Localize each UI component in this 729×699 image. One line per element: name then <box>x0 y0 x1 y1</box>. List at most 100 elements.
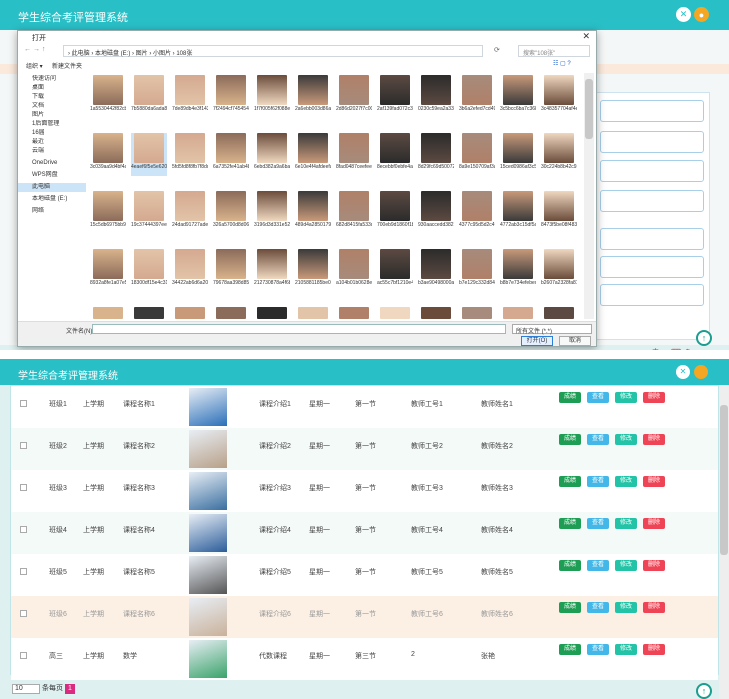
page-size-select[interactable]: 10 <box>12 684 40 694</box>
search-input[interactable]: 搜索"108张" <box>518 45 590 57</box>
file-thumbnail[interactable]: 8932a8fe1a07e56b954020488231e3 <box>90 249 126 292</box>
file-thumbnail-partial[interactable] <box>295 307 331 319</box>
file-thumbnail[interactable]: 34422ab6d6a200cc0d62c800867a80 <box>172 249 208 292</box>
view-button[interactable]: 查看 <box>587 518 609 529</box>
view-icon[interactable]: ☷ ▢ ? <box>553 60 571 67</box>
row-checkbox[interactable] <box>20 568 27 575</box>
file-thumbnail[interactable]: 6ebd382a9a6ba3364eaef3a5320656 <box>254 133 290 176</box>
file-thumbnail[interactable]: 24dad91727ade36289d8d2ffa13009 <box>172 191 208 234</box>
file-thumbnail[interactable]: 18300df15e4c314ad84e4c45a5e86d <box>131 249 167 292</box>
file-thumbnail[interactable]: 6e10e4f4afdeefab6eb5007fe573b4 <box>295 133 331 176</box>
score-button[interactable]: 成绩 <box>559 476 581 487</box>
score-button[interactable]: 成绩 <box>559 392 581 403</box>
file-thumbnail-partial[interactable] <box>459 307 495 319</box>
file-thumbnail-partial[interactable] <box>336 307 372 319</box>
nav-item[interactable]: 文档 <box>18 102 86 111</box>
row-checkbox[interactable] <box>20 652 27 659</box>
file-thumbnail-partial[interactable] <box>213 307 249 319</box>
back-arrow-icon[interactable]: ← → ↑ <box>24 46 45 53</box>
file-thumbnail[interactable]: 8d29fc69d50072b01e912b6c6d17bd <box>418 133 454 176</box>
delete-button[interactable]: 删除 <box>643 602 665 613</box>
file-thumbnail[interactable]: 489d4a2850179518e180762ef0d3c9 <box>295 191 331 234</box>
file-thumbnail-partial[interactable] <box>90 307 126 319</box>
file-thumbnail[interactable]: 15ced0986af3c57abb473dd3073019 <box>500 133 536 176</box>
vertical-scrollbar[interactable] <box>584 73 594 319</box>
row-checkbox[interactable] <box>20 610 27 617</box>
file-thumbnail[interactable]: 1f7f005f62f088e67aa8825c3bf710 <box>254 75 290 118</box>
file-thumbnail[interactable]: 2d86d2027f7c00e5ff4c520e0f4600 <box>336 75 372 118</box>
file-thumbnail[interactable]: b2607a2328fa815aede2484052ff00 <box>541 249 577 292</box>
nav-item[interactable]: WPS网盘 <box>18 171 86 180</box>
delete-button[interactable]: 删除 <box>643 434 665 445</box>
row-checkbox[interactable] <box>20 526 27 533</box>
avatar[interactable] <box>694 365 708 379</box>
edit-button[interactable]: 修改 <box>615 644 637 655</box>
file-thumbnail-partial[interactable] <box>172 307 208 319</box>
file-thumbnail[interactable]: 30c224b8b42c92bf5f03bb3414204b <box>541 133 577 176</box>
delete-button[interactable]: 删除 <box>643 560 665 571</box>
view-button[interactable]: 查看 <box>587 392 609 403</box>
scroll-top-icon[interactable]: ↑ <box>696 330 712 346</box>
file-thumbnail[interactable]: 8a9e150709af3a94a81adb56b2586a <box>459 133 495 176</box>
open-button[interactable]: 打开(O) <box>521 336 553 346</box>
nav-item[interactable]: 云端 <box>18 147 86 156</box>
file-thumbnail[interactable]: 2af139fad072c36c2fa355373d6964 <box>377 75 413 118</box>
delete-button[interactable]: 删除 <box>643 392 665 403</box>
filetype-select[interactable]: 所有文件 (*.*) <box>512 324 592 335</box>
nav-item[interactable]: 最近 <box>18 138 86 147</box>
nav-item[interactable]: 桌面 <box>18 84 86 93</box>
organize-button[interactable]: 组织 ▾ <box>26 61 43 70</box>
file-thumbnail[interactable]: 8473f5be08f48370d4807b308a05b4 <box>541 191 577 234</box>
file-thumbnail[interactable]: 4eaef6f5e5e620cc7125200d0665e0 <box>131 133 167 176</box>
file-thumbnail[interactable]: 682d8415fa533d5b50aeb521dc9029 <box>336 191 372 234</box>
page-number[interactable]: 1 <box>64 684 75 694</box>
delete-button[interactable]: 删除 <box>643 644 665 655</box>
file-thumbnail[interactable]: 0230c59ea2a33b01384a6e5450ea69 <box>418 75 454 118</box>
file-thumbnail[interactable]: 4772ab3c15df5a105d0ae4c8072075 <box>500 191 536 234</box>
file-thumbnail[interactable]: 212730878a4f6bf0de20f4d3d4e9ec <box>254 249 290 292</box>
view-button[interactable]: 查看 <box>587 560 609 571</box>
row-checkbox[interactable] <box>20 442 27 449</box>
file-thumbnail-partial[interactable] <box>131 307 167 319</box>
nav-item[interactable]: OneDrive <box>18 159 86 168</box>
view-button[interactable]: 查看 <box>587 476 609 487</box>
file-thumbnail[interactable]: 2a6ebb003d86a2ece0f74050e42d80 <box>295 75 331 118</box>
score-button[interactable]: 成绩 <box>559 560 581 571</box>
file-thumbnail-partial[interactable] <box>541 307 577 319</box>
file-thumbnail[interactable]: 79678aa398d8502f043612200b485e <box>213 249 249 292</box>
dialog-close-icon[interactable]: ✕ <box>582 31 590 42</box>
edit-button[interactable]: 修改 <box>615 476 637 487</box>
view-button[interactable]: 查看 <box>587 434 609 445</box>
file-thumbnail[interactable]: 3196d3d331e52a7cdea2e46542570f <box>254 191 290 234</box>
file-thumbnail[interactable]: 3c5bcc6ba7c36853025b240712fa2b <box>500 75 536 118</box>
nav-item[interactable]: 快速访问 <box>18 75 86 84</box>
file-thumbnail[interactable]: 19c37444397ee15bfcb9c50252e5aa <box>131 191 167 234</box>
view-button[interactable]: 查看 <box>587 644 609 655</box>
row-checkbox[interactable] <box>20 484 27 491</box>
nav-item[interactable]: 16届 <box>18 129 86 138</box>
file-thumbnail-partial[interactable] <box>500 307 536 319</box>
file-thumbnail[interactable]: ac55c7bf1210e4f00bda4800505cdd <box>377 249 413 292</box>
file-thumbnail[interactable]: 8fad0487ceefee608f0099f502c2ef <box>336 133 372 176</box>
delete-button[interactable]: 删除 <box>643 476 665 487</box>
file-thumbnail-partial[interactable] <box>418 307 454 319</box>
score-button[interactable]: 成绩 <box>559 518 581 529</box>
file-thumbnail[interactable]: a104b01b0628e551ec339e55b68982 <box>336 249 372 292</box>
edit-button[interactable]: 修改 <box>615 392 637 403</box>
file-thumbnail[interactable]: 930aaccedd3827ba751e5114c03533 <box>418 191 454 234</box>
nav-item[interactable]: 此电脑 <box>18 183 86 192</box>
file-thumbnail[interactable]: 5fd5fd8f8fb7f8dc09b5d094c02025 <box>172 133 208 176</box>
file-thumbnail[interactable]: 15c5db6975bb9116de8f77b2e1e341 <box>90 191 126 234</box>
file-thumbnail[interactable]: 7b5880da6ada89074152604a242fb1 <box>131 75 167 118</box>
score-button[interactable]: 成绩 <box>559 644 581 655</box>
delete-button[interactable]: 删除 <box>643 518 665 529</box>
edit-button[interactable]: 修改 <box>615 434 637 445</box>
file-thumbnail[interactable]: 7de89db4e3f14330b48c490194f554 <box>172 75 208 118</box>
nav-item[interactable]: 本地磁盘 (E:) <box>18 195 86 204</box>
edit-button[interactable]: 修改 <box>615 518 637 529</box>
file-thumbnail[interactable]: 326a5700d8d0697cc246da6a568832 <box>213 191 249 234</box>
nav-item[interactable]: 下载 <box>18 93 86 102</box>
filename-input[interactable] <box>92 324 506 334</box>
edit-button[interactable]: 修改 <box>615 602 637 613</box>
nav-item[interactable]: 网络 <box>18 207 86 216</box>
